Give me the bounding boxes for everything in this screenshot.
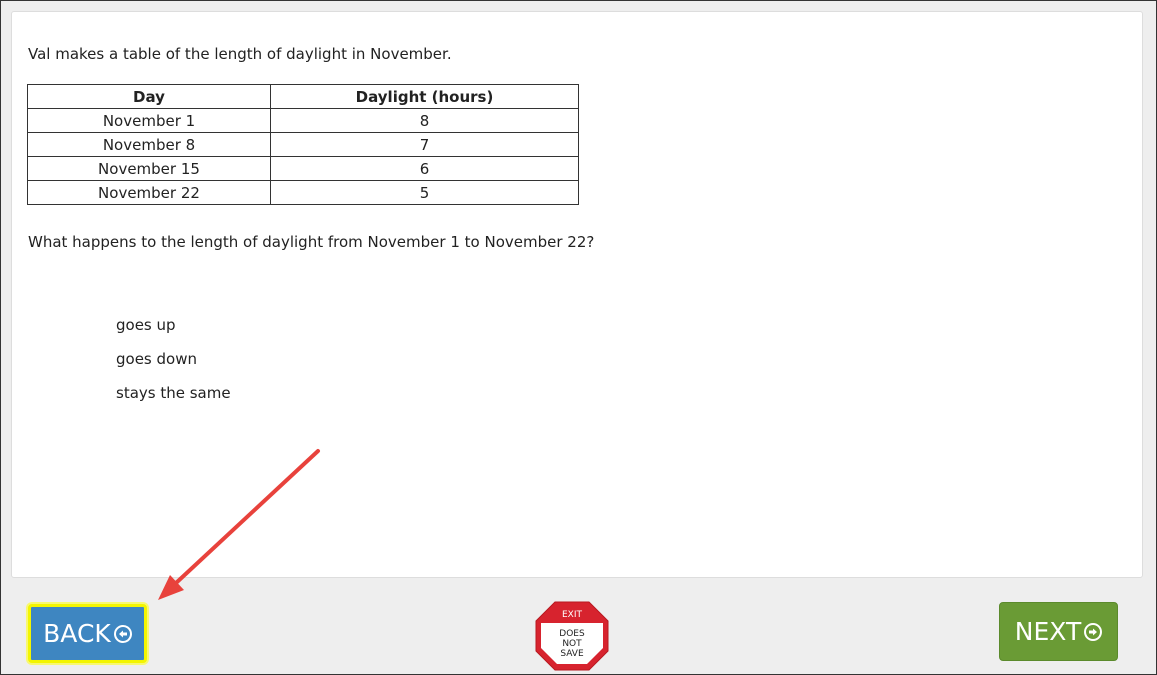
cell-day: November 22 (27, 180, 271, 205)
header-daylight-hours: Daylight (hours) (270, 84, 579, 109)
cell-hours: 7 (270, 132, 579, 157)
exit-top-label: EXIT (562, 610, 583, 620)
cell-day: November 15 (27, 156, 271, 181)
question-intro: Val makes a table of the length of dayli… (28, 45, 452, 63)
exit-stop-sign-icon: EXIT DOES NOT SAVE (535, 601, 609, 671)
back-label: BACK (43, 619, 111, 648)
daylight-table: Day Daylight (hours) November 1 8 Novemb… (27, 84, 579, 205)
question-prompt: What happens to the length of daylight f… (28, 233, 595, 251)
next-label: NEXT (1014, 617, 1082, 646)
table-header-row: Day Daylight (hours) (27, 84, 579, 109)
choice-stays-the-same[interactable]: stays the same (116, 376, 231, 410)
cell-hours: 8 (270, 108, 579, 133)
arrow-left-circle-icon (113, 624, 132, 643)
cell-hours: 6 (270, 156, 579, 181)
header-day: Day (27, 84, 271, 109)
exit-line1: DOES (559, 629, 585, 639)
table-row: November 22 5 (27, 180, 579, 205)
app-window: Val makes a table of the length of dayli… (0, 0, 1157, 675)
table-row: November 8 7 (27, 132, 579, 157)
exit-button[interactable]: EXIT DOES NOT SAVE (535, 601, 609, 671)
back-button[interactable]: BACK (28, 604, 147, 663)
cell-day: November 8 (27, 132, 271, 157)
cell-hours: 5 (270, 180, 579, 205)
table-row: November 1 8 (27, 108, 579, 133)
choice-goes-up[interactable]: goes up (116, 308, 231, 342)
answer-choices: goes up goes down stays the same (116, 308, 231, 410)
arrow-right-circle-icon (1084, 622, 1103, 641)
exit-line3: SAVE (560, 649, 584, 659)
choice-goes-down[interactable]: goes down (116, 342, 231, 376)
exit-line2: NOT (562, 639, 582, 649)
cell-day: November 1 (27, 108, 271, 133)
question-panel: Val makes a table of the length of dayli… (11, 11, 1143, 578)
next-button[interactable]: NEXT (999, 602, 1118, 661)
table-row: November 15 6 (27, 156, 579, 181)
